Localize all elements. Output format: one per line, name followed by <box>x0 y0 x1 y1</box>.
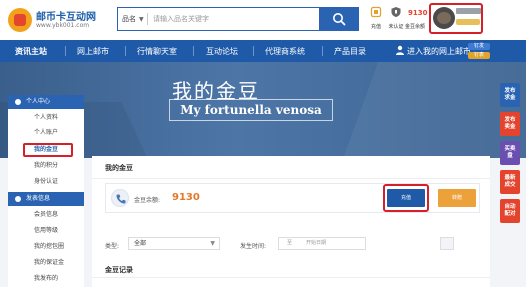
type-filter-select[interactable]: 全部 ▼ <box>128 237 220 250</box>
search-bar: 品名 ▼ <box>117 7 359 31</box>
chevron-down-icon: ▼ <box>210 240 215 247</box>
bean-balance-value: 9130 <box>172 192 200 203</box>
nav-item-chatroom[interactable]: 行情聊天室 <box>137 46 177 57</box>
sidebar-item-verification[interactable]: 身份认证 <box>8 175 84 189</box>
sidebar-item-circle[interactable]: 我的挖包圈 <box>8 240 84 254</box>
sidebar-section-personal: 个人中心 <box>8 95 84 109</box>
nav-divider <box>322 46 323 56</box>
logo-title: 邮币卡互动网 <box>36 12 96 23</box>
sidebar-item-credit[interactable]: 信用等级 <box>8 224 84 238</box>
search-category-select[interactable]: 品名 ▼ <box>122 14 144 24</box>
time-range-placeholder: 开始日期 <box>306 240 327 246</box>
header-verify-label: 未认证 <box>388 24 404 30</box>
records-title: 金豆记录 <box>105 266 133 274</box>
transfer-button[interactable]: 转赠 <box>438 189 476 207</box>
search-button[interactable] <box>319 7 359 31</box>
sidebar-section-label: 个人中心 <box>26 98 51 105</box>
type-filter-value: 全部 <box>134 240 147 247</box>
search-category-label: 品名 <box>122 15 136 23</box>
nav-item-news[interactable]: 资讯主站 <box>15 46 47 57</box>
shield-icon <box>391 7 401 17</box>
top-header: 邮币卡互动网 www.ybk001.com 品名▼ 充值 未认证 9130 金豆… <box>0 0 526 40</box>
person-icon <box>396 45 404 55</box>
section-title: 我的金豆 <box>105 164 133 172</box>
sidebar-item-my-posts[interactable]: 我发布的 <box>8 272 84 286</box>
user-level-badge <box>456 19 480 25</box>
sidebar: 个人中心 个人资料 个人账户 我的金豆 我的积分 身份认证 发表信息 会员信息 … <box>8 95 84 287</box>
divider <box>92 178 490 179</box>
nav-item-catalog[interactable]: 产品目录 <box>334 46 366 57</box>
sidebar-item-deposit[interactable]: 我的保证金 <box>8 256 84 270</box>
main-nav: 资讯主站 网上邮市 行情聊天室 互动论坛 代理商系统 产品目录 进入我的网上邮市… <box>0 40 526 62</box>
chevron-down-icon: ▼ <box>139 16 144 23</box>
sidebar-item-profile[interactable]: 个人资料 <box>8 111 84 125</box>
float-order-book-button[interactable]: 买卖 盘 <box>500 141 520 165</box>
float-auto-match-button[interactable]: 自动 配对 <box>500 199 520 223</box>
nav-badge-top[interactable]: 钉发 <box>468 43 490 50</box>
nav-divider <box>125 46 126 56</box>
type-filter-label: 类型: <box>105 243 120 250</box>
time-range-separator: 至 <box>287 240 293 246</box>
time-filter-label: 发生时间: <box>240 243 267 250</box>
sidebar-item-my-beans[interactable]: 我的金豆 <box>8 143 84 157</box>
avatar <box>433 7 455 29</box>
nav-item-agent-system[interactable]: 代理商系统 <box>265 46 305 57</box>
float-latest-trades-button[interactable]: 最新 成交 <box>500 170 520 194</box>
user-profile-box[interactable] <box>429 3 483 34</box>
nav-item-online-market[interactable]: 网上邮市 <box>77 46 109 57</box>
header-verify[interactable]: 未认证 <box>386 6 406 30</box>
nav-divider <box>193 46 194 56</box>
nav-divider <box>65 46 66 56</box>
sidebar-item-account[interactable]: 个人账户 <box>8 126 84 140</box>
search-icon <box>333 13 346 26</box>
banner-subtitle: My fortunella venosa <box>169 99 333 121</box>
header-bean-count: 9130 <box>408 9 428 17</box>
nav-item-forum[interactable]: 互动论坛 <box>206 46 238 57</box>
filter-search-button[interactable] <box>440 237 454 250</box>
sidebar-section-publish: 发表信息 <box>8 192 84 206</box>
sidebar-section-label: 发表信息 <box>26 195 51 202</box>
float-post-sell-button[interactable]: 发布 卖金 <box>500 112 520 136</box>
float-post-buy-button[interactable]: 发布 求金 <box>500 83 520 107</box>
sidebar-item-points[interactable]: 我的积分 <box>8 159 84 173</box>
bean-balance-label: 金豆余额: <box>134 197 161 204</box>
logo-mark-icon <box>8 8 32 32</box>
header-recharge[interactable]: 充值 <box>366 6 386 30</box>
nav-divider <box>253 46 254 56</box>
wallet-icon <box>370 6 382 18</box>
header-bean-label: 金豆余额 <box>405 24 426 30</box>
highlight-box <box>23 143 73 157</box>
document-icon <box>15 196 21 202</box>
phone-icon <box>116 194 126 204</box>
nav-enter-my-market[interactable]: 进入我的网上邮市 <box>407 46 471 57</box>
nav-badge-bottom[interactable]: 钉表 <box>468 52 490 59</box>
highlight-box: 充值 <box>383 184 429 212</box>
time-range-input[interactable]: 至 开始日期 <box>278 237 366 250</box>
bean-icon <box>111 189 129 207</box>
main-panel: 我的金豆 金豆余额: 9130 充值 转赠 类型: 全部 ▼ 发生时间: 至 开… <box>92 156 490 287</box>
site-logo[interactable]: 邮币卡互动网 www.ybk001.com <box>8 6 96 34</box>
person-icon <box>15 99 21 105</box>
divider <box>92 277 490 278</box>
sidebar-item-member-info[interactable]: 会员信息 <box>8 208 84 222</box>
user-name-redacted <box>456 8 481 14</box>
logo-url: www.ybk001.com <box>36 22 90 29</box>
search-input[interactable] <box>153 12 313 26</box>
recharge-button[interactable]: 充值 <box>387 189 425 207</box>
search-divider <box>147 13 148 25</box>
header-recharge-label: 充值 <box>370 24 381 30</box>
